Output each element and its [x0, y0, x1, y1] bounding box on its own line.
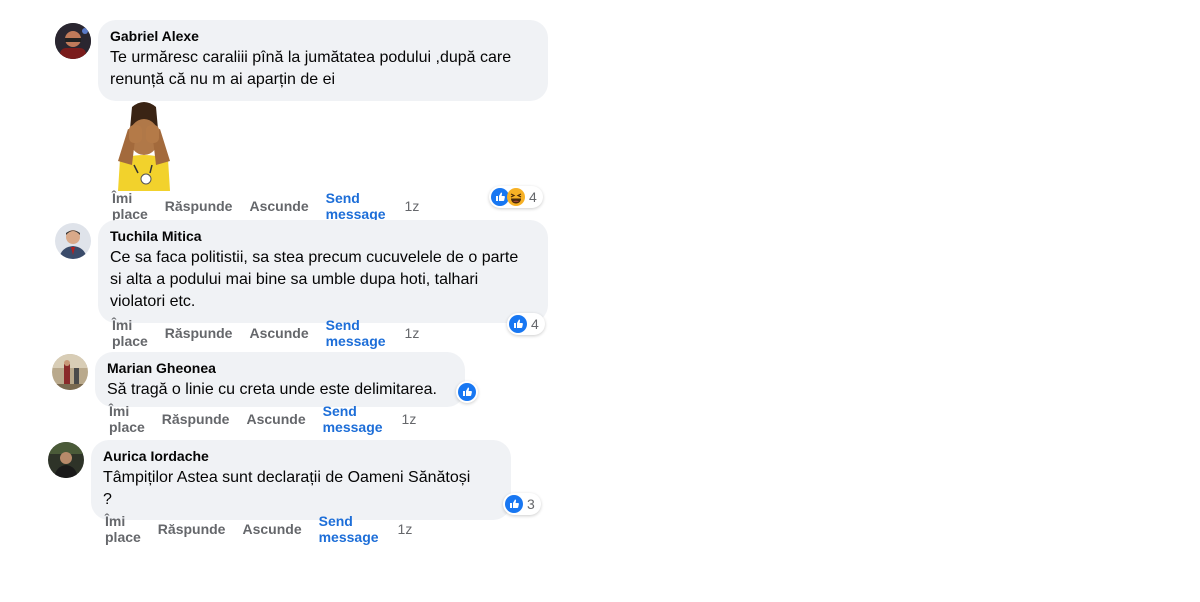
reaction-summary[interactable]: [456, 381, 478, 403]
like-button[interactable]: Îmi place: [112, 190, 148, 222]
comment-text: Tâmpiților Astea sunt declarații de Oame…: [103, 469, 471, 508]
like-button[interactable]: Îmi place: [112, 317, 148, 349]
reply-button[interactable]: Răspunde: [165, 198, 233, 214]
hide-button[interactable]: Ascunde: [249, 198, 308, 214]
like-icon: [509, 315, 527, 333]
like-button[interactable]: Îmi place: [109, 403, 145, 435]
comment-author[interactable]: Aurica Iordache: [103, 448, 499, 465]
comment-author[interactable]: Marian Gheonea: [107, 360, 453, 377]
avatar[interactable]: [48, 442, 84, 478]
avatar[interactable]: [55, 223, 91, 259]
avatar[interactable]: [55, 23, 91, 59]
send-message-button[interactable]: Send message: [326, 190, 386, 222]
like-icon: [505, 495, 523, 513]
send-message-button[interactable]: Send message: [326, 317, 386, 349]
comment-author[interactable]: Tuchila Mitica: [110, 228, 536, 245]
like-icon: [458, 383, 476, 401]
comment-bubble: Marian Gheonea Să tragă o linie cu creta…: [95, 352, 465, 407]
timestamp[interactable]: 1z: [405, 198, 420, 214]
comment-bubble: Tuchila Mitica Ce sa faca politistii, sa…: [98, 220, 548, 323]
comment-author[interactable]: Gabriel Alexe: [110, 28, 536, 45]
comment-text: Te urmăresc caraliii pînă la jumătatea p…: [110, 49, 512, 88]
reply-button[interactable]: Răspunde: [158, 521, 226, 537]
comment-actions: Îmi place Răspunde Ascunde Send message …: [112, 190, 436, 222]
hide-button[interactable]: Ascunde: [242, 521, 301, 537]
send-message-button[interactable]: Send message: [323, 403, 383, 435]
timestamp[interactable]: 1z: [402, 411, 417, 427]
comment-bubble: Aurica Iordache Tâmpiților Astea sunt de…: [91, 440, 511, 520]
reaction-count: 4: [529, 189, 537, 205]
comment-actions: Îmi place Răspunde Ascunde Send message …: [112, 317, 436, 349]
reaction-summary[interactable]: 4: [489, 186, 543, 208]
comment-bubble: Gabriel Alexe Te urmăresc caraliii pînă …: [98, 20, 548, 101]
comment-text: Să tragă o linie cu creta unde este deli…: [107, 381, 437, 398]
reaction-summary[interactable]: 4: [507, 313, 545, 335]
like-button[interactable]: Îmi place: [105, 513, 141, 545]
comment-text: Ce sa faca politistii, sa stea precum cu…: [110, 249, 519, 310]
timestamp[interactable]: 1z: [405, 325, 420, 341]
hide-button[interactable]: Ascunde: [249, 325, 308, 341]
haha-icon: [507, 188, 525, 206]
avatar[interactable]: [52, 354, 88, 390]
send-message-button[interactable]: Send message: [319, 513, 379, 545]
comment-actions: Îmi place Răspunde Ascunde Send message …: [105, 513, 429, 545]
reaction-count: 3: [527, 496, 535, 512]
comment-actions: Îmi place Răspunde Ascunde Send message …: [109, 403, 433, 435]
timestamp[interactable]: 1z: [398, 521, 413, 537]
sticker: [112, 99, 176, 191]
reaction-count: 4: [531, 316, 539, 332]
hide-button[interactable]: Ascunde: [246, 411, 305, 427]
reply-button[interactable]: Răspunde: [162, 411, 230, 427]
reaction-summary[interactable]: 3: [503, 493, 541, 515]
reply-button[interactable]: Răspunde: [165, 325, 233, 341]
